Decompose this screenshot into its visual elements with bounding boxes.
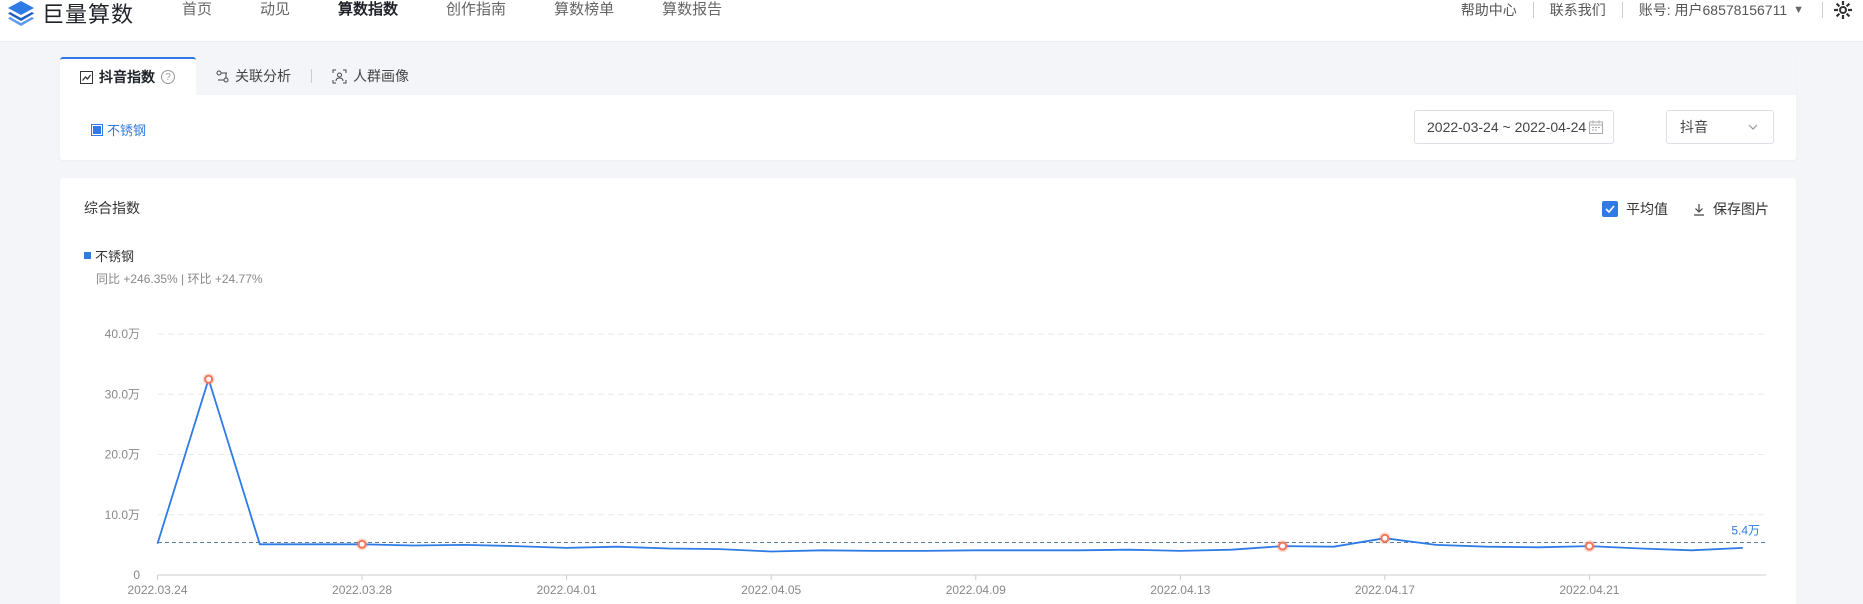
x-tick-label: 2022.04.21 [1559,583,1619,597]
contact-link[interactable]: 联系我们 [1534,0,1622,20]
caret-down-icon[interactable]: ▼ [1793,4,1804,16]
nav-item-rankings[interactable]: 算数榜单 [554,0,614,20]
main-nav: 首页 动见 算数指数 创作指南 算数榜单 算数报告 [182,0,770,20]
analysis-tabs: 抖音指数 ? 关联分析 人群画像 [60,57,1796,95]
link-icon [216,70,229,82]
date-range-picker[interactable]: 2022-03-24 ~ 2022-04-24 [1414,110,1614,144]
brand-name: 巨量算数 [42,2,135,27]
x-tick-label: 2022.04.01 [537,583,597,597]
chart-card: 综合指数 平均值 保存图片 不锈钢 同比 +246.35% | 环比 +24.7… [60,178,1796,604]
help-icon[interactable]: ? [161,70,175,84]
y-tick-label: 0 [133,568,140,582]
platform-select[interactable]: 抖音 [1666,110,1774,144]
highlight-point[interactable] [1278,541,1288,551]
top-right-menu: 帮助中心 联系我们 账号: 用户68578156711 ▼ [1445,0,1863,20]
nav-item-home[interactable]: 首页 [182,0,212,20]
help-center-link[interactable]: 帮助中心 [1445,0,1533,20]
date-range-value: 2022-03-24 ~ 2022-04-24 [1427,119,1587,135]
platform-value: 抖音 [1680,119,1708,135]
nav-item-creation-guide[interactable]: 创作指南 [446,0,506,20]
x-tick-label: 2022.04.05 [741,583,801,597]
layers-logo-icon [8,1,34,26]
tab-label: 人群画像 [353,68,409,84]
x-tick-label: 2022.03.28 [332,583,392,597]
settings-icon[interactable] [1823,0,1863,20]
highlight-point[interactable] [204,374,214,384]
person-scan-icon [332,69,347,83]
keyword-label: 不锈钢 [107,123,147,138]
x-tick-label: 2022.03.24 [127,583,187,597]
account-menu[interactable]: 账号: 用户68578156711 [1623,0,1787,20]
tab-related-analysis[interactable]: 关联分析 [196,57,311,95]
brand[interactable]: 巨量算数 [6,0,135,27]
highlight-point[interactable] [1584,541,1594,551]
x-tick-label: 2022.04.09 [946,583,1006,597]
chevron-down-icon [1748,124,1758,130]
series-line [156,378,1743,553]
tab-label: 抖音指数 [99,69,155,85]
nav-item-dongjian[interactable]: 动见 [260,0,290,20]
trend-icon [80,70,93,84]
index-line-chart[interactable]: 0 10.0万 20.0万 30.0万 40.0万 2022.03.24 2022.03.2… [60,178,1796,604]
top-nav-bar: 巨量算数 首页 动见 算数指数 创作指南 算数榜单 算数报告 帮助中心 联系我们… [0,0,1863,42]
y-tick-label: 10.0万 [105,508,140,522]
tab-audience-profile[interactable]: 人群画像 [312,57,429,95]
filter-card: 抖音指数 ? 关联分析 人群画像 不锈钢 2022-03-24 ~ 2022-0… [60,57,1796,160]
tab-douyin-index[interactable]: 抖音指数 ? [60,57,196,95]
y-tick-label: 30.0万 [105,387,140,401]
calendar-icon [1589,120,1603,134]
nav-item-reports[interactable]: 算数报告 [662,0,722,20]
tab-label: 关联分析 [235,68,291,84]
keyword-chip[interactable]: 不锈钢 [91,120,146,139]
highlight-point[interactable] [357,539,367,549]
x-tick-label: 2022.04.17 [1355,583,1415,597]
nav-item-index[interactable]: 算数指数 [338,0,398,20]
x-tick-label: 2022.04.13 [1150,583,1210,597]
average-value-label: 5.4万 [1731,523,1760,537]
y-tick-label: 20.0万 [105,448,140,462]
y-tick-label: 40.0万 [105,327,140,341]
highlight-point[interactable] [1380,533,1390,543]
checkbox-square-icon [91,123,103,136]
